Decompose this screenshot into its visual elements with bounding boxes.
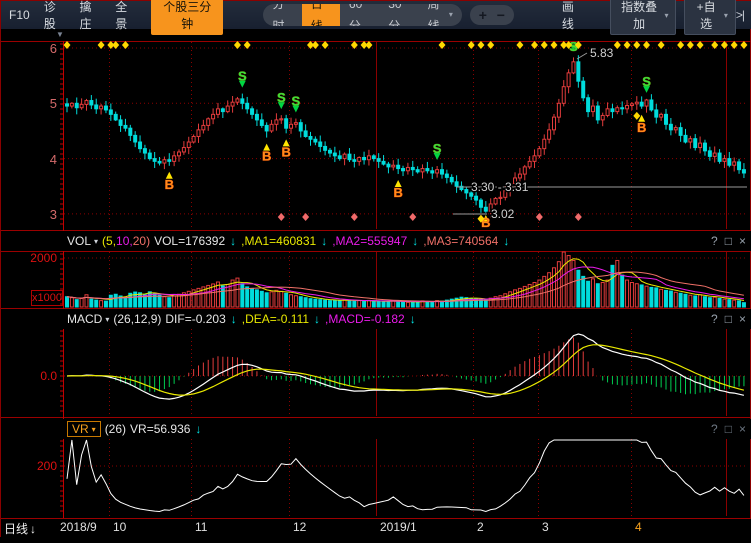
chevron-down-icon: ▾ [105, 315, 109, 324]
down-arrow-icon: ↓ [314, 312, 320, 326]
vol-indicator-selector[interactable]: VOL ▾ [67, 234, 98, 248]
vol-param-10: 10, [116, 234, 133, 248]
macd-dea-value: ,DEA=-0.111 [242, 312, 309, 326]
vol-title: VOL [67, 234, 91, 248]
chevron-down-icon: ▾ [94, 237, 98, 246]
vol-param-5: (5, [102, 234, 116, 248]
axis-label: 6 [3, 41, 57, 56]
bottom-time-axis: 日线 ↓ 2018/9 10 11 12 2019/1 2 3 4 [1, 519, 751, 537]
chevron-down-icon: ▾ [92, 425, 96, 434]
month-label: 2 [477, 520, 484, 534]
maximize-icon[interactable]: □ [725, 422, 732, 436]
vol-ma2-value: ,MA2=555947 [332, 234, 407, 248]
svg-text:B: B [262, 149, 271, 164]
vol-param-20: 20) [133, 234, 150, 248]
month-label: 12 [293, 520, 306, 534]
stock-app-window: { "colors": { "up": "#e33c3c", "down": "… [0, 0, 751, 537]
maximize-icon[interactable]: □ [725, 234, 732, 248]
svg-text:S: S [277, 90, 286, 105]
axis-label: 5 [3, 96, 57, 111]
price-annotations: 5.83 3.30 - 3.31 3.02 [453, 46, 747, 221]
close-icon[interactable]: × [739, 234, 746, 248]
buy-signals: BBBBBB [165, 115, 647, 230]
down-arrow-icon: ↓ [410, 312, 416, 326]
dif-line [67, 334, 744, 399]
macd-dif-value: DIF=-0.203 [165, 312, 225, 326]
svg-text:B: B [637, 120, 646, 135]
down-arrow-icon: ↓ [321, 234, 327, 248]
price-annotation: 3.30 - 3.31 [471, 180, 529, 194]
close-icon[interactable]: × [739, 422, 746, 436]
vr-params: (26) [105, 422, 126, 436]
down-arrow-icon: ↓ [412, 234, 418, 248]
svg-text:S: S [238, 69, 247, 84]
maximize-icon[interactable]: □ [725, 312, 732, 326]
svg-text:S: S [433, 141, 442, 156]
month-label: 10 [113, 520, 126, 534]
month-label: 2019/1 [380, 520, 417, 534]
axis-label: 3 [3, 207, 57, 222]
down-arrow-icon: ↓ [231, 312, 237, 326]
chart-svg[interactable]: 5.833.30 - 3.313.02SSSSSSBBBBBB [1, 1, 751, 538]
month-label: 2018/9 [60, 520, 97, 534]
svg-text:B: B [165, 177, 174, 192]
svg-text:S: S [292, 94, 301, 109]
vr-panel-header: VR ▾ (26) VR=56.936 ↓ ? □ × [1, 419, 751, 439]
month-label: 3 [542, 520, 549, 534]
macd-title: MACD [67, 312, 102, 326]
price-annotation: 5.83 [590, 46, 614, 60]
axis-label: 4 [3, 152, 57, 167]
vol-ma3-value: ,MA3=740564 [423, 234, 498, 248]
axis-label: 0.0 [3, 369, 57, 383]
axis-label: 2000 [3, 251, 57, 265]
svg-text:B: B [393, 185, 402, 200]
macd-macd-value: ,MACD=-0.182 [325, 312, 405, 326]
down-arrow-icon: ↓ [30, 522, 36, 536]
vr-indicator-selector[interactable]: VR ▾ [67, 421, 101, 437]
main-panel-caret-icon[interactable]: ▼ [56, 30, 64, 39]
vr-current-value: VR=56.936 [130, 422, 190, 436]
macd-indicator-selector[interactable]: MACD ▾ [67, 312, 109, 326]
macd-histogram [72, 338, 744, 395]
volume-unit-label: x1000 [31, 290, 63, 306]
month-label: 4 [635, 520, 642, 534]
vr-title: VR [72, 422, 89, 436]
volume-bars [66, 252, 746, 307]
down-arrow-icon: ↓ [195, 422, 201, 436]
help-icon[interactable]: ? [711, 312, 718, 326]
vol-ma1-value: ,MA1=460831 [241, 234, 316, 248]
svg-text:S: S [642, 74, 651, 89]
month-label: 11 [195, 520, 207, 534]
chart-canvas[interactable]: 5.833.30 - 3.313.02SSSSSSBBBBBB [1, 1, 751, 538]
price-annotation: 3.02 [491, 207, 515, 221]
vol-panel-header: VOL ▾ (5,10,20) VOL=176392 ↓ ,MA1=460831… [1, 231, 751, 251]
vr-line [67, 440, 744, 512]
help-icon[interactable]: ? [711, 422, 718, 436]
period-indicator-label: 日线 [4, 520, 28, 537]
macd-params: (26,12,9) [113, 312, 161, 326]
svg-text:B: B [281, 144, 290, 159]
macd-panel-header: MACD ▾ (26,12,9) DIF=-0.203 ↓ ,DEA=-0.11… [1, 309, 751, 329]
dea-line [67, 345, 744, 395]
vol-current-value: VOL=176392 [154, 234, 225, 248]
period-indicator[interactable]: 日线 ↓ [4, 520, 36, 537]
down-arrow-icon: ↓ [503, 234, 509, 248]
help-icon[interactable]: ? [711, 234, 718, 248]
axis-label: 200 [3, 459, 57, 473]
vol-params: (5,10,20) [102, 234, 150, 248]
close-icon[interactable]: × [739, 312, 746, 326]
down-arrow-icon: ↓ [230, 234, 236, 248]
